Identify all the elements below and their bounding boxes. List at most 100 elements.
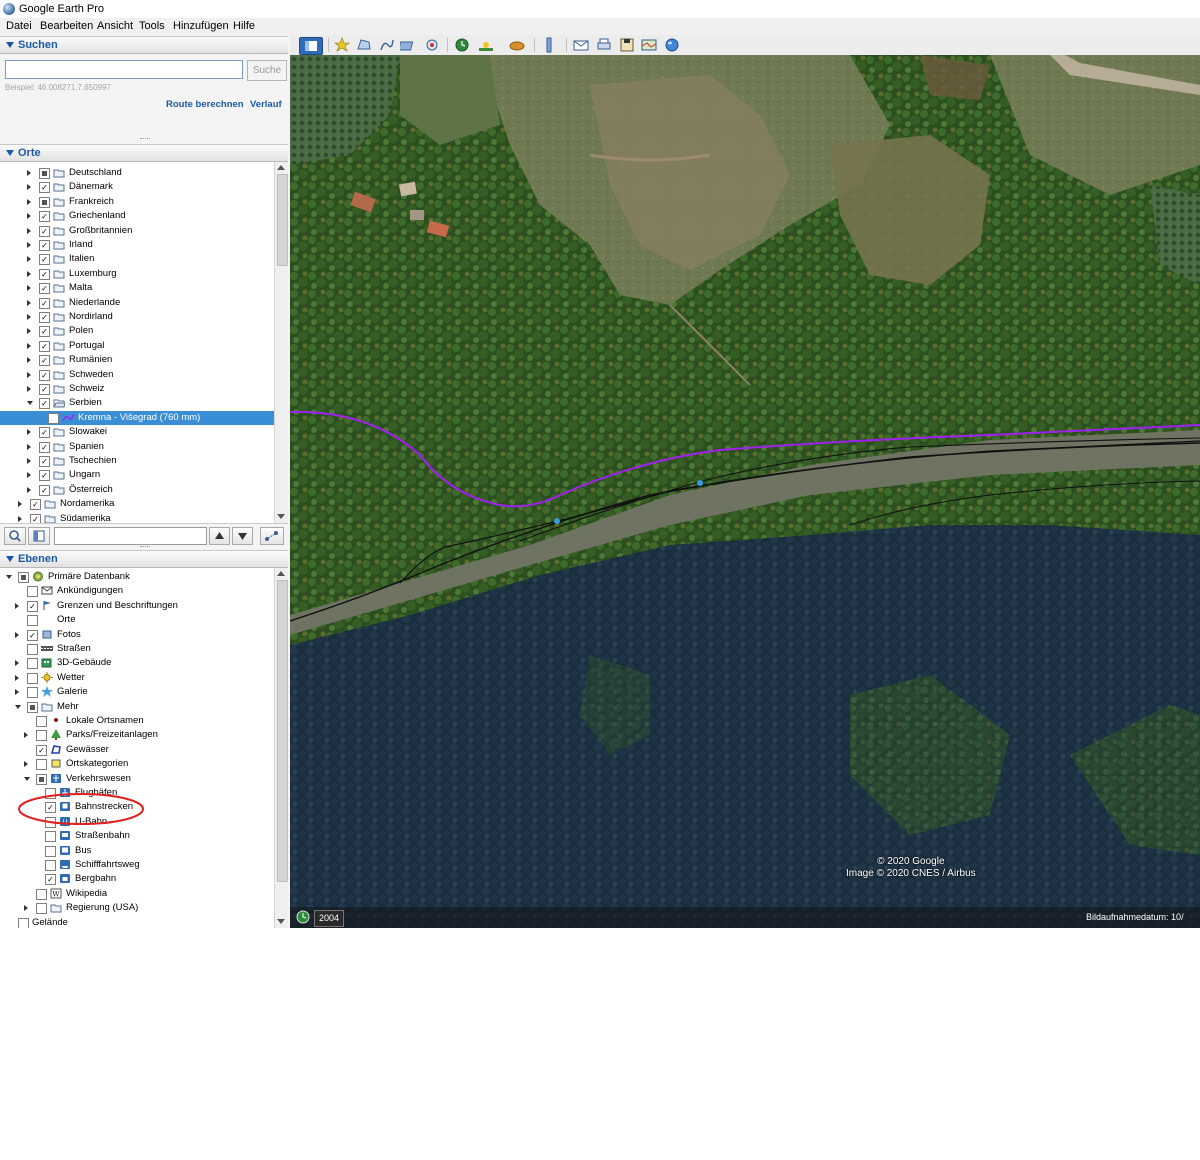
vertical-scrollbar[interactable] bbox=[274, 568, 288, 928]
places-item[interactable]: ✓ Polen bbox=[0, 324, 274, 338]
visibility-checkbox[interactable]: ✓ bbox=[39, 254, 50, 266]
places-item[interactable]: ✓ Ungarn bbox=[0, 468, 274, 482]
layers-item[interactable]: 3D-Gebäude bbox=[0, 656, 274, 670]
expand-arrow-icon[interactable] bbox=[27, 213, 31, 220]
print-button[interactable] bbox=[595, 37, 613, 53]
visibility-checkbox[interactable]: ✓ bbox=[39, 283, 50, 295]
menu-help[interactable]: Hilfe bbox=[233, 20, 255, 32]
expand-arrow-icon[interactable] bbox=[27, 198, 31, 205]
visibility-checkbox[interactable]: ✓ bbox=[39, 297, 50, 309]
visibility-checkbox[interactable]: ✓ bbox=[39, 427, 50, 439]
resize-grip[interactable] bbox=[140, 546, 150, 549]
collapse-arrow-icon[interactable] bbox=[24, 776, 30, 781]
visibility-checkbox[interactable] bbox=[18, 572, 29, 583]
places-tree[interactable]: Deutschland ✓ Dänemark Frankreich ✓ Griechenl… bbox=[0, 162, 288, 524]
layers-item[interactable]: Bus bbox=[0, 844, 274, 858]
visibility-checkbox[interactable]: ✓ bbox=[27, 600, 38, 612]
expand-arrow-icon[interactable] bbox=[24, 732, 28, 739]
places-item[interactable]: ✓ Spanien bbox=[0, 440, 274, 454]
visibility-checkbox[interactable]: ✓ bbox=[39, 268, 50, 280]
places-item[interactable]: ✓ Rumänien bbox=[0, 353, 274, 367]
expand-arrow-icon[interactable] bbox=[27, 371, 31, 378]
layers-item[interactable]: Ortskategorien bbox=[0, 757, 274, 771]
expand-arrow-icon[interactable] bbox=[27, 458, 31, 464]
visibility-checkbox[interactable] bbox=[45, 831, 56, 843]
places-item[interactable]: ✓ Dänemark bbox=[0, 180, 274, 194]
layers-section-header[interactable]: Ebenen bbox=[0, 550, 288, 568]
visibility-checkbox[interactable] bbox=[36, 759, 47, 771]
expand-arrow-icon[interactable] bbox=[27, 184, 31, 191]
layers-item[interactable]: ✓ Bergbahn bbox=[0, 872, 274, 886]
email-button[interactable] bbox=[572, 37, 590, 53]
collapse-arrow-icon[interactable] bbox=[6, 575, 12, 579]
visibility-checkbox[interactable] bbox=[27, 586, 38, 598]
search-section-header[interactable]: Suchen bbox=[0, 36, 288, 54]
visibility-checkbox[interactable] bbox=[27, 644, 38, 655]
places-item[interactable]: ✓ Griechenland bbox=[0, 209, 274, 223]
search-places-button[interactable] bbox=[4, 527, 26, 545]
visibility-checkbox[interactable]: ✓ bbox=[39, 182, 50, 194]
places-item[interactable]: Frankreich bbox=[0, 195, 274, 209]
ruler-button[interactable] bbox=[540, 37, 558, 53]
places-item[interactable]: ✓ Malta bbox=[0, 281, 274, 295]
visibility-checkbox[interactable]: ✓ bbox=[39, 369, 50, 381]
search-input[interactable] bbox=[5, 60, 243, 79]
expand-arrow-icon[interactable] bbox=[24, 761, 28, 768]
layers-item[interactable]: Wetter bbox=[0, 671, 274, 685]
visibility-checkbox[interactable]: ✓ bbox=[39, 312, 50, 323]
places-item[interactable]: ✓ Südamerika bbox=[0, 512, 274, 523]
expand-arrow-icon[interactable] bbox=[27, 285, 31, 292]
expand-arrow-icon[interactable] bbox=[15, 660, 19, 667]
menu-tools[interactable]: Tools bbox=[139, 20, 165, 32]
layers-item[interactable]: Straßen bbox=[0, 642, 274, 656]
layers-item[interactable]: Regierung (USA) bbox=[0, 901, 274, 915]
visibility-checkbox[interactable] bbox=[36, 730, 47, 742]
save-image-button[interactable] bbox=[618, 37, 636, 53]
record-tour-button[interactable] bbox=[423, 37, 441, 53]
add-path-button[interactable] bbox=[378, 37, 396, 53]
satellite-imagery[interactable] bbox=[290, 55, 1200, 928]
map-view[interactable]: © 2020 Google Image © 2020 CNES / Airbus… bbox=[290, 55, 1200, 928]
layers-item[interactable]: Parks/Freizeitanlagen bbox=[0, 728, 274, 742]
places-section-header[interactable]: Orte bbox=[0, 144, 288, 162]
historical-imagery-icon[interactable] bbox=[296, 910, 310, 924]
layers-item[interactable]: Mehr bbox=[0, 700, 274, 714]
visibility-checkbox[interactable]: ✓ bbox=[39, 225, 50, 237]
toggle-panel-button[interactable] bbox=[28, 527, 50, 545]
visibility-checkbox[interactable]: ✓ bbox=[39, 470, 50, 482]
visibility-checkbox[interactable] bbox=[39, 168, 50, 179]
visibility-checkbox[interactable]: ✓ bbox=[39, 441, 50, 453]
scroll-thumb[interactable] bbox=[277, 580, 288, 882]
places-item[interactable]: Deutschland bbox=[0, 166, 274, 180]
places-item[interactable]: ✓ Schweiz bbox=[0, 382, 274, 396]
collapse-arrow-icon[interactable] bbox=[27, 401, 33, 406]
historical-imagery-button[interactable] bbox=[453, 37, 471, 53]
map-view-button[interactable] bbox=[640, 37, 658, 53]
layers-item[interactable]: Schifffahrtsweg bbox=[0, 858, 274, 872]
scroll-thumb[interactable] bbox=[277, 174, 288, 266]
expand-arrow-icon[interactable] bbox=[18, 515, 22, 522]
visibility-checkbox[interactable] bbox=[27, 615, 38, 627]
layers-item[interactable]: Primäre Datenbank bbox=[0, 570, 274, 584]
visibility-checkbox[interactable]: ✓ bbox=[39, 456, 50, 467]
search-button[interactable]: Suche bbox=[247, 60, 287, 81]
collapse-arrow-icon[interactable] bbox=[15, 704, 21, 709]
expand-arrow-icon[interactable] bbox=[18, 501, 22, 508]
menu-add[interactable]: Hinzufügen bbox=[173, 20, 229, 32]
visibility-checkbox[interactable]: ✓ bbox=[45, 874, 56, 886]
places-filter-input[interactable] bbox=[54, 527, 207, 545]
visibility-checkbox[interactable]: ✓ bbox=[30, 499, 41, 511]
visibility-checkbox[interactable] bbox=[36, 716, 47, 727]
layers-item[interactable]: Orte bbox=[0, 613, 274, 627]
visibility-checkbox[interactable]: ✓ bbox=[36, 744, 47, 756]
layers-tree[interactable]: Primäre Datenbank Ankündigungen ✓ Grenzen u… bbox=[0, 568, 288, 928]
expand-arrow-icon[interactable] bbox=[27, 357, 31, 364]
layers-item[interactable]: W Wikipedia bbox=[0, 887, 274, 901]
expand-arrow-icon[interactable] bbox=[27, 472, 31, 479]
visibility-checkbox[interactable] bbox=[45, 845, 56, 857]
visibility-checkbox[interactable] bbox=[39, 196, 50, 208]
expand-arrow-icon[interactable] bbox=[27, 170, 31, 176]
move-up-button[interactable] bbox=[209, 527, 230, 545]
expand-arrow-icon[interactable] bbox=[27, 386, 31, 392]
resize-grip[interactable] bbox=[140, 138, 150, 141]
